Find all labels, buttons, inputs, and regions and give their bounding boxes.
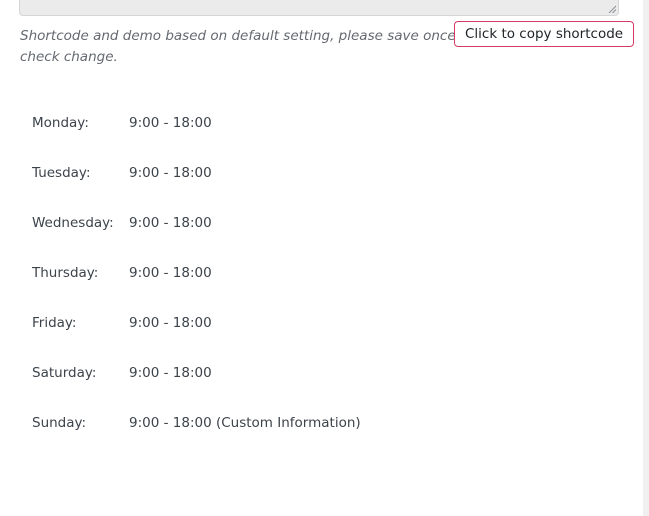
hours-value: 9:00 - 18:00 <box>129 215 212 231</box>
hours-value: 9:00 - 18:00 <box>129 315 212 331</box>
hours-row-friday: Friday: 9:00 - 18:00 <box>32 313 361 363</box>
hours-row-sunday: Sunday: 9:00 - 18:00 (Custom Information… <box>32 413 361 463</box>
resize-grip-icon[interactable] <box>608 5 616 13</box>
hours-row-saturday: Saturday: 9:00 - 18:00 <box>32 363 361 413</box>
hours-value: 9:00 - 18:00 <box>129 365 212 381</box>
hours-row-wednesday: Wednesday: 9:00 - 18:00 <box>32 213 361 263</box>
hours-value: 9:00 - 18:00 <box>129 165 212 181</box>
day-label: Friday: <box>32 315 77 331</box>
hours-row-monday: Monday: 9:00 - 18:00 <box>32 113 361 163</box>
opening-hours-list: Monday: 9:00 - 18:00 Tuesday: 9:00 - 18:… <box>32 113 361 463</box>
copy-shortcode-button[interactable]: Click to copy shortcode <box>454 21 635 47</box>
day-label: Saturday: <box>32 365 97 381</box>
shortcode-note: Shortcode and demo based on default sett… <box>20 28 474 65</box>
day-label: Sunday: <box>32 415 87 431</box>
hours-value: 9:00 - 18:00 <box>129 265 212 281</box>
hours-value: 9:00 - 18:00 <box>129 115 212 131</box>
hours-row-tuesday: Tuesday: 9:00 - 18:00 <box>32 163 361 213</box>
day-label: Monday: <box>32 115 89 131</box>
day-label: Thursday: <box>32 265 99 281</box>
page-scrollbar[interactable] <box>643 0 649 516</box>
day-label: Tuesday: <box>32 165 91 181</box>
shortcode-textarea[interactable] <box>19 0 619 16</box>
hours-row-thursday: Thursday: 9:00 - 18:00 <box>32 263 361 313</box>
hours-value: 9:00 - 18:00 (Custom Information) <box>129 415 361 431</box>
day-label: Wednesday: <box>32 215 114 231</box>
